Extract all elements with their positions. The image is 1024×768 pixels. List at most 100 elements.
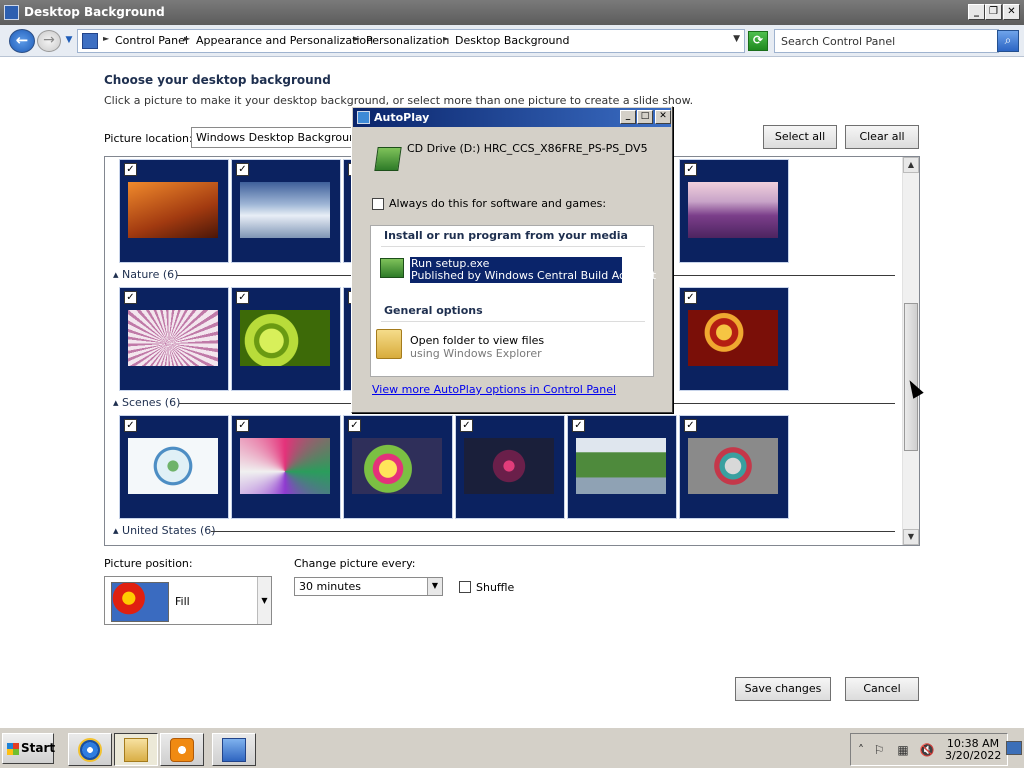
- picture-location-select[interactable]: Windows Desktop Backgrounds: [191, 127, 354, 148]
- group-header-nature[interactable]: ▴ Nature (6): [113, 268, 178, 284]
- chevron-right-icon[interactable]: ►: [443, 34, 449, 43]
- maximize-button[interactable]: □: [637, 110, 653, 124]
- checkbox[interactable]: ✓: [684, 163, 697, 176]
- address-bar[interactable]: ► Control Panel ► Appearance and Persona…: [77, 29, 745, 53]
- wallpaper-thumbnail: [128, 310, 218, 366]
- restore-button[interactable]: ❐: [985, 4, 1002, 20]
- group-header-united-states[interactable]: ▴ United States (6): [113, 524, 216, 540]
- close-button[interactable]: ✕: [655, 110, 671, 124]
- cancel-button[interactable]: Cancel: [845, 677, 919, 701]
- picture-tile[interactable]: ✓: [231, 415, 341, 519]
- breadcrumb-personalization[interactable]: Personalization: [366, 34, 449, 47]
- picture-tile[interactable]: ✓: [679, 287, 789, 391]
- show-hidden-icons-icon[interactable]: ˄: [853, 742, 869, 758]
- explorer-taskbar-button[interactable]: [114, 733, 158, 766]
- checkbox[interactable]: ✓: [348, 419, 361, 432]
- open-folder-sublabel: using Windows Explorer: [410, 347, 542, 360]
- wallpaper-thumbnail: [464, 438, 554, 494]
- install-section-header: Install or run program from your media: [384, 229, 628, 242]
- picture-tile[interactable]: ✓: [567, 415, 677, 519]
- dropdown-arrow-icon[interactable]: ▼: [427, 578, 442, 595]
- checkbox[interactable]: ✓: [236, 291, 249, 304]
- chevron-right-icon[interactable]: ►: [184, 34, 190, 43]
- select-all-button[interactable]: Select all: [763, 125, 837, 149]
- more-autoplay-options-link[interactable]: View more AutoPlay options in Control Pa…: [372, 383, 616, 396]
- checkbox[interactable]: ✓: [572, 419, 585, 432]
- shuffle-checkbox[interactable]: [459, 581, 471, 593]
- dropdown-arrow-icon[interactable]: ▼: [257, 577, 271, 624]
- checkbox[interactable]: ✓: [124, 419, 137, 432]
- folder-icon: [124, 738, 148, 762]
- drive-label: CD Drive (D:) HRC_CCS_X86FRE_PS-PS_DV5: [407, 142, 648, 155]
- checkbox[interactable]: ✓: [236, 419, 249, 432]
- breadcrumb-appearance[interactable]: Appearance and Personalization: [196, 34, 373, 47]
- clear-all-button[interactable]: Clear all: [845, 125, 919, 149]
- shuffle-label: Shuffle: [476, 581, 515, 594]
- save-changes-button[interactable]: Save changes: [735, 677, 831, 701]
- group-label: United States (6): [122, 524, 216, 537]
- chevron-right-icon[interactable]: ►: [354, 34, 360, 43]
- scrollbar-thumb[interactable]: [904, 303, 918, 451]
- gallery-scrollbar[interactable]: ▲ ▼: [902, 157, 919, 545]
- search-icon[interactable]: ⌕: [997, 30, 1019, 52]
- checkbox[interactable]: ✓: [684, 291, 697, 304]
- close-button[interactable]: ✕: [1003, 4, 1020, 20]
- scroll-up-icon[interactable]: ▲: [903, 157, 919, 173]
- picture-tile[interactable]: ✓: [679, 159, 789, 263]
- picture-position-label: Picture position:: [104, 557, 193, 570]
- change-picture-select[interactable]: 30 minutes ▼: [294, 577, 443, 596]
- picture-tile[interactable]: ✓: [679, 415, 789, 519]
- general-section-header: General options: [384, 304, 483, 317]
- clock[interactable]: 10:38 AM 3/20/2022: [945, 738, 1001, 762]
- run-setup-option[interactable]: Run setup.exe Published by Windows Centr…: [410, 257, 656, 283]
- breadcrumb-desktop-background[interactable]: Desktop Background: [455, 34, 570, 47]
- wallpaper-thumbnail: [688, 182, 778, 238]
- start-button[interactable]: Start: [2, 733, 55, 764]
- volume-muted-icon[interactable]: 🔇: [919, 742, 935, 758]
- internet-explorer-button[interactable]: [68, 733, 112, 766]
- search-input[interactable]: Search Control Panel: [774, 29, 999, 53]
- breadcrumb-control-panel[interactable]: Control Panel: [115, 34, 188, 47]
- change-picture-label: Change picture every:: [294, 557, 416, 570]
- checkbox[interactable]: ✓: [124, 163, 137, 176]
- picture-tile[interactable]: ✓: [119, 159, 229, 263]
- media-player-icon: [170, 738, 194, 762]
- dialog-titlebar: AutoPlay _ □ ✕: [353, 108, 671, 127]
- checkbox[interactable]: ✓: [684, 419, 697, 432]
- scroll-down-icon[interactable]: ▼: [903, 529, 919, 545]
- checkbox[interactable]: ✓: [460, 419, 473, 432]
- system-tray: ˄ ⚐ ▦ 🔇 10:38 AM 3/20/2022: [850, 733, 1008, 766]
- clock-date: 3/20/2022: [945, 749, 1002, 762]
- windows-logo-icon: [7, 743, 19, 755]
- picture-tile[interactable]: ✓: [231, 287, 341, 391]
- media-player-button[interactable]: [160, 733, 204, 766]
- always-do-this-checkbox[interactable]: [372, 198, 384, 210]
- picture-tile[interactable]: ✓: [455, 415, 565, 519]
- chevron-right-icon[interactable]: ►: [103, 34, 109, 43]
- history-dropdown-icon[interactable]: ▼: [63, 33, 75, 47]
- picture-tile[interactable]: ✓: [119, 287, 229, 391]
- flag-icon[interactable]: ⚐: [871, 742, 887, 758]
- picture-tile[interactable]: ✓: [343, 415, 453, 519]
- divider: [381, 321, 645, 322]
- back-button[interactable]: ←: [9, 29, 35, 53]
- show-desktop-icon[interactable]: [1006, 741, 1022, 755]
- network-icon[interactable]: ▦: [895, 742, 911, 758]
- checkbox[interactable]: ✓: [236, 163, 249, 176]
- autoplay-options-panel: Install or run program from your media R…: [370, 225, 656, 377]
- open-folder-option[interactable]: Open folder to view files: [410, 334, 544, 347]
- minimize-button[interactable]: _: [968, 4, 985, 20]
- window-title: Desktop Background: [24, 5, 165, 19]
- group-header-scenes[interactable]: ▴ Scenes (6): [113, 396, 180, 412]
- control-panel-taskbar-button[interactable]: [212, 733, 256, 766]
- internet-explorer-icon: [78, 738, 102, 762]
- window-titlebar: Desktop Background _ ❐ ✕: [0, 0, 1024, 25]
- forward-button[interactable]: →: [37, 30, 61, 52]
- picture-tile[interactable]: ✓: [119, 415, 229, 519]
- picture-tile[interactable]: ✓: [231, 159, 341, 263]
- picture-position-select[interactable]: Fill ▼: [104, 576, 272, 625]
- refresh-button[interactable]: ⟳: [748, 31, 768, 51]
- checkbox[interactable]: ✓: [124, 291, 137, 304]
- address-dropdown-icon[interactable]: ▼: [733, 34, 740, 44]
- minimize-button[interactable]: _: [620, 110, 636, 124]
